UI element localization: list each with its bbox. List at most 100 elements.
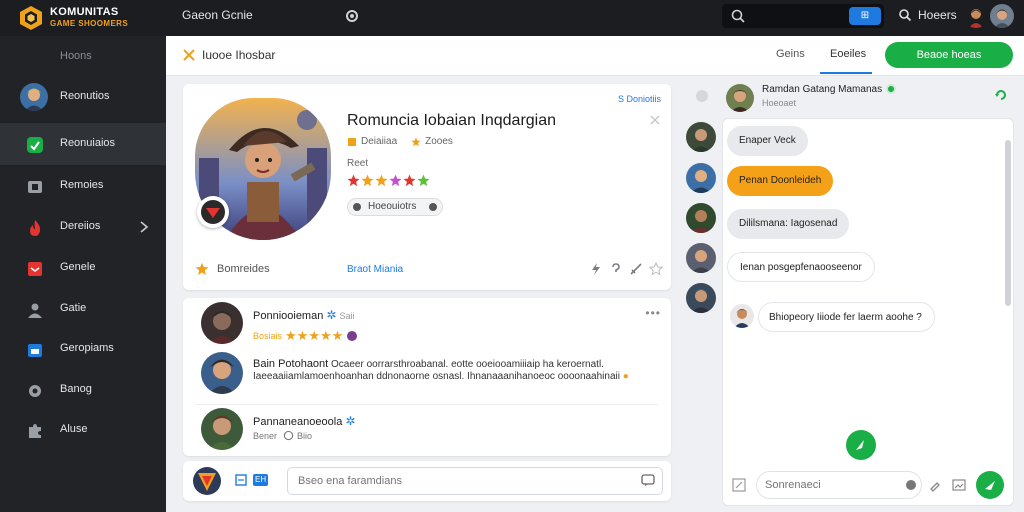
avatar[interactable] <box>686 203 716 233</box>
sidebar-item-label: Genele <box>60 261 96 273</box>
game-card: S Doniotiis Romuncia Iobaian Inqdargian … <box>183 84 671 290</box>
format-button[interactable]: EH <box>253 474 269 486</box>
image-icon[interactable] <box>952 478 966 492</box>
chat-message: Enaper Veck <box>727 126 808 156</box>
status-dot <box>696 90 708 102</box>
sidebar-item-about[interactable]: Aluse <box>0 409 166 451</box>
emoji-icon: ● <box>622 371 629 382</box>
chat-message-input[interactable] <box>756 471 922 499</box>
brand-logo-icon <box>20 6 42 30</box>
game-zones: Zooes <box>425 136 453 147</box>
gear-icon <box>29 385 41 397</box>
send-icon <box>856 440 864 450</box>
send-button[interactable] <box>976 471 1004 499</box>
inbox-icon <box>28 262 42 276</box>
comment-input[interactable] <box>287 467 663 495</box>
avatar[interactable] <box>686 243 716 273</box>
chat-scrollbar[interactable] <box>1005 140 1011 306</box>
more-options-icon[interactable]: ••• <box>645 306 661 320</box>
search-icon <box>731 9 745 23</box>
verified-icon: ✲ <box>345 414 356 428</box>
search-button[interactable]: ⊞ <box>849 7 881 25</box>
help-icon[interactable] <box>609 262 623 276</box>
chat-contact-name: Ramdan Gatang Mamanas <box>762 84 883 95</box>
emoji-icon[interactable] <box>904 478 918 492</box>
avatar[interactable] <box>201 352 243 394</box>
reviewer-name: Ponniooieman ✲ Saii <box>253 308 355 322</box>
brand[interactable]: KOMUNITAS GAME SHOOMERS <box>0 0 166 36</box>
star-icon: ★★★★★ <box>285 328 344 343</box>
close-icon[interactable] <box>182 48 196 62</box>
sidebar-item-details[interactable]: Dereiios <box>0 206 166 248</box>
star-icon <box>361 174 374 187</box>
game-genre: Deiaiiaa <box>361 136 398 147</box>
new-message-button[interactable] <box>846 430 876 460</box>
create-post-button[interactable]: Beaoe hoeas <box>885 42 1013 68</box>
refresh-icon[interactable] <box>994 88 1008 102</box>
search-input[interactable] <box>750 7 846 25</box>
fire-icon <box>30 220 41 236</box>
avatar[interactable] <box>686 122 716 152</box>
star-icon <box>347 174 360 187</box>
avatar[interactable] <box>686 283 716 313</box>
sidebar-item-games[interactable]: Remoies <box>0 165 166 207</box>
avatar[interactable] <box>990 4 1014 28</box>
calendar-icon <box>28 344 42 357</box>
sidebar-item-general[interactable]: Genele <box>0 247 166 289</box>
mic-icon[interactable] <box>928 478 942 492</box>
chat-input-bar <box>724 468 1012 504</box>
top-bar: KOMUNITAS GAME SHOOMERS Gaeon Gcnie ⊞ Ho… <box>0 0 1024 36</box>
platform-chip[interactable]: Hoeouiotrs <box>347 198 444 216</box>
sidebar-item-settings[interactable]: Banog <box>0 369 166 411</box>
refresh-icon[interactable] <box>344 8 360 24</box>
gamepad-icon <box>28 181 42 193</box>
avatar[interactable] <box>964 4 988 28</box>
search-icon <box>899 9 912 22</box>
avatar[interactable] <box>726 84 754 112</box>
media-link[interactable]: Braot Miania <box>347 264 403 275</box>
avatar[interactable] <box>201 408 243 450</box>
send-icon <box>985 481 995 490</box>
reviews-card: ••• Ponniooieman ✲ Saii Bosiais ★★★★★ Ba… <box>183 298 671 456</box>
sidebar-item-community[interactable]: Reonuiaios <box>0 123 166 165</box>
sidebar-item-user[interactable]: Gatie <box>0 288 166 330</box>
user-menu[interactable]: Hoeers <box>898 8 957 22</box>
avatar <box>20 83 48 111</box>
star-outline-icon[interactable] <box>649 262 663 276</box>
sidebar-item-programs[interactable]: Geropiams <box>0 328 166 370</box>
sidebar-item-profile[interactable]: Reonutios <box>0 76 166 118</box>
favorites-label: Bomreides <box>217 263 270 275</box>
chat-header: Ramdan Gatang Mamanas Hoeoaet <box>696 80 1012 114</box>
rating-label: Reet <box>347 158 369 169</box>
downloads-link[interactable]: S Doniotiis <box>618 94 661 104</box>
star-icon <box>389 174 402 187</box>
rating-stars[interactable] <box>347 174 431 187</box>
sword-icon[interactable] <box>629 262 643 276</box>
avatar <box>730 304 754 328</box>
tab-games[interactable]: Geins <box>776 48 805 60</box>
top-title: Gaeon Gcnie <box>182 8 253 22</box>
avatar <box>193 467 221 495</box>
chat-icon[interactable] <box>641 473 655 487</box>
lightning-icon[interactable] <box>589 262 603 276</box>
reviewer-name: Pannaneanoeoola ✲ <box>253 414 356 428</box>
search-box[interactable]: ⊞ <box>722 4 884 28</box>
sidebar: Hoons Reonutios Reonuiaios Remoies Derei… <box>0 36 166 512</box>
controller-icon <box>353 203 361 211</box>
tab-profiles[interactable]: Eoeiles <box>830 48 866 60</box>
avatar[interactable] <box>686 163 716 193</box>
avatar[interactable] <box>201 302 243 344</box>
composer: EH <box>183 461 671 501</box>
attach-icon[interactable] <box>235 474 247 486</box>
game-meta: Deiaiiaa Zooes <box>347 136 453 147</box>
attach-icon[interactable] <box>732 478 746 492</box>
favorites[interactable]: Bomreides <box>195 262 270 276</box>
sidebar-item-label: Dereiios <box>60 220 101 232</box>
game-badge <box>197 196 229 228</box>
sidebar-item-label: Banog <box>60 383 92 395</box>
user-name: Hoeers <box>918 8 957 22</box>
close-icon[interactable] <box>649 114 661 126</box>
sidebar-item-label: Reonuiaios <box>60 137 116 149</box>
sidebar-item-label: Reonutios <box>60 90 110 102</box>
card-actions <box>583 262 663 276</box>
